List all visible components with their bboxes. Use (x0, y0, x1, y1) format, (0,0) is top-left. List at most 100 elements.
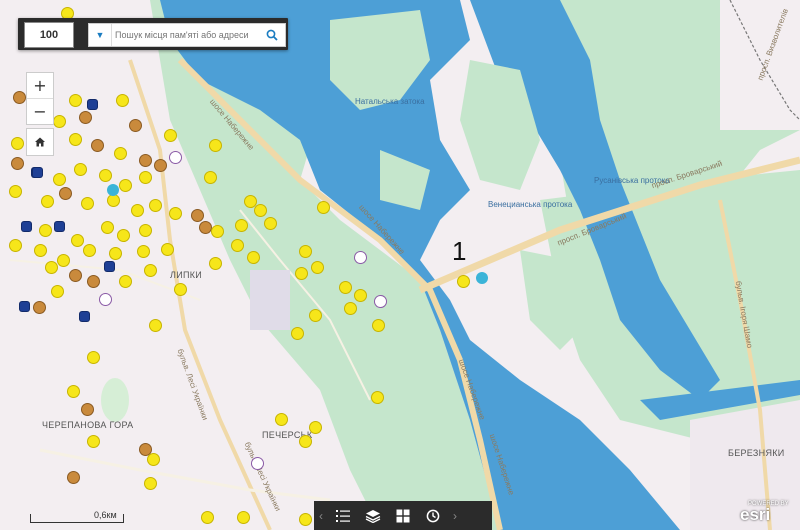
memory-marker[interactable] (252, 458, 263, 469)
memory-marker[interactable] (33, 168, 42, 177)
basemap-gallery-button[interactable] (388, 501, 418, 530)
memory-marker[interactable] (132, 205, 143, 216)
memory-marker[interactable] (102, 222, 113, 233)
memory-marker[interactable] (296, 268, 307, 279)
memory-marker[interactable] (84, 245, 95, 256)
toolbar-prev-arrow[interactable]: ‹ (314, 501, 328, 530)
memory-marker[interactable] (202, 512, 213, 523)
memory-marker[interactable] (34, 302, 45, 313)
memory-marker[interactable] (318, 202, 329, 213)
memory-marker[interactable] (162, 244, 173, 255)
memory-marker[interactable] (150, 320, 161, 331)
memory-marker[interactable] (75, 164, 86, 175)
memory-marker[interactable] (375, 296, 386, 307)
memory-marker[interactable] (80, 312, 89, 321)
memory-marker[interactable] (10, 240, 21, 251)
memory-marker[interactable] (35, 245, 46, 256)
memory-marker[interactable] (212, 226, 223, 237)
memory-marker[interactable] (117, 95, 128, 106)
memory-marker[interactable] (205, 172, 216, 183)
search-source-dropdown[interactable]: ▼ (89, 24, 112, 46)
memory-marker[interactable] (12, 138, 23, 149)
memory-marker[interactable] (373, 320, 384, 331)
memory-marker[interactable] (88, 276, 99, 287)
app-logo[interactable]: 100 (24, 22, 74, 48)
memory-marker[interactable] (130, 120, 141, 131)
home-button[interactable] (26, 128, 54, 156)
memory-marker[interactable] (140, 444, 151, 455)
memory-marker[interactable] (52, 286, 63, 297)
memory-marker[interactable] (310, 310, 321, 321)
memory-marker[interactable] (165, 130, 176, 141)
memory-marker[interactable] (110, 248, 121, 259)
esri-logo[interactable]: esri (740, 505, 770, 525)
memory-marker[interactable] (150, 200, 161, 211)
memory-marker[interactable] (248, 252, 259, 263)
memory-marker[interactable] (14, 92, 25, 103)
search-input[interactable] (115, 26, 255, 43)
memory-marker[interactable] (100, 170, 111, 181)
memory-marker[interactable] (108, 195, 119, 206)
memory-marker[interactable] (72, 235, 83, 246)
memory-marker[interactable] (12, 158, 23, 169)
memory-marker[interactable] (138, 246, 149, 257)
memory-marker[interactable] (232, 240, 243, 251)
basemap[interactable] (0, 0, 800, 530)
memory-marker[interactable] (372, 392, 383, 403)
memory-marker[interactable] (300, 436, 311, 447)
memory-marker[interactable] (58, 255, 69, 266)
memory-marker[interactable] (245, 196, 256, 207)
memory-marker[interactable] (265, 218, 276, 229)
memory-marker[interactable] (70, 95, 81, 106)
memory-marker[interactable] (40, 225, 51, 236)
zoom-in-button[interactable]: + (27, 73, 53, 98)
memory-marker[interactable] (70, 134, 81, 145)
memory-marker[interactable] (120, 180, 131, 191)
history-button[interactable] (418, 501, 448, 530)
memory-marker[interactable] (140, 225, 151, 236)
memory-marker[interactable] (345, 303, 356, 314)
memory-marker[interactable] (300, 514, 311, 525)
search-button[interactable] (259, 24, 285, 46)
memory-marker[interactable] (310, 422, 321, 433)
memory-marker[interactable] (140, 155, 151, 166)
memory-marker[interactable] (118, 230, 129, 241)
memory-marker[interactable] (236, 220, 247, 231)
memory-marker[interactable] (82, 198, 93, 209)
memory-marker[interactable] (300, 246, 311, 257)
memory-marker[interactable] (120, 276, 131, 287)
memory-marker[interactable] (200, 222, 211, 233)
memory-marker[interactable] (68, 386, 79, 397)
memory-marker[interactable] (22, 222, 31, 231)
memory-marker[interactable] (458, 276, 469, 287)
memory-marker[interactable] (92, 140, 103, 151)
memory-marker[interactable] (82, 404, 93, 415)
memory-marker[interactable] (192, 210, 203, 221)
memory-marker[interactable] (100, 294, 111, 305)
zoom-out-button[interactable]: − (27, 98, 53, 124)
memory-marker[interactable] (210, 258, 221, 269)
memory-marker[interactable] (255, 205, 266, 216)
memory-marker[interactable] (55, 222, 64, 231)
memory-marker[interactable] (292, 328, 303, 339)
memory-marker[interactable] (175, 284, 186, 295)
memory-marker[interactable] (145, 478, 156, 489)
memory-marker[interactable] (68, 472, 79, 483)
memory-marker[interactable] (355, 252, 366, 263)
memory-marker[interactable] (355, 290, 366, 301)
memory-marker[interactable] (115, 148, 126, 159)
memory-marker[interactable] (88, 352, 99, 363)
memory-marker[interactable] (88, 436, 99, 447)
memory-marker[interactable] (276, 414, 287, 425)
memory-marker[interactable] (105, 262, 114, 271)
memory-marker[interactable] (20, 302, 29, 311)
memory-marker[interactable] (60, 188, 71, 199)
memory-marker[interactable] (340, 282, 351, 293)
memory-marker[interactable] (88, 100, 97, 109)
layers-button[interactable] (358, 501, 388, 530)
memory-marker[interactable] (145, 265, 156, 276)
memory-marker[interactable] (70, 270, 81, 281)
legend-button[interactable] (328, 501, 358, 530)
memory-marker[interactable] (155, 160, 166, 171)
memory-marker[interactable] (238, 512, 249, 523)
